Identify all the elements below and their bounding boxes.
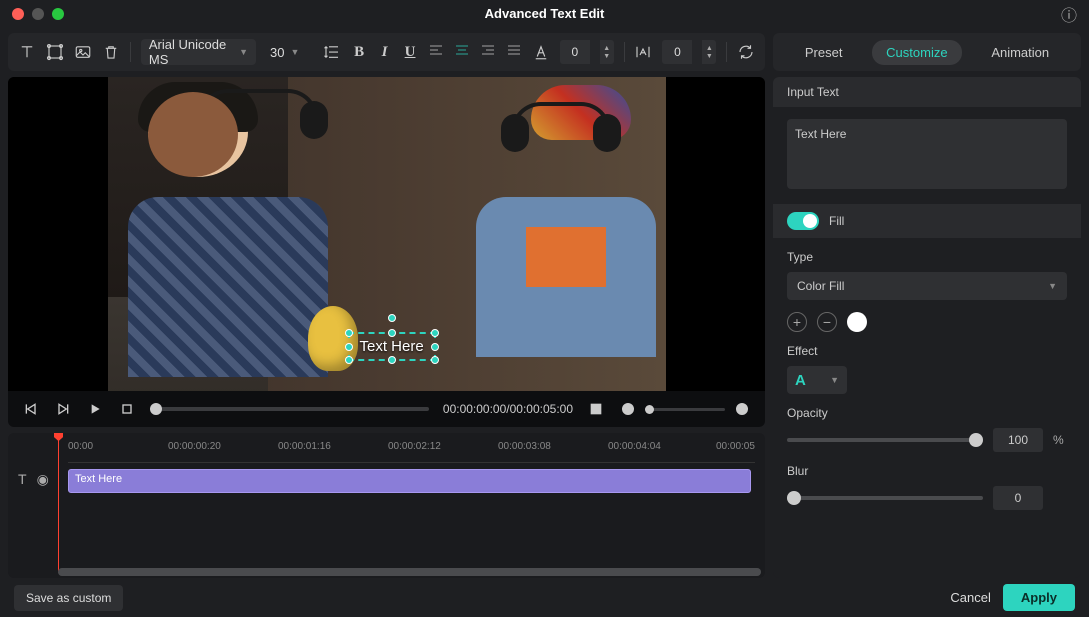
opacity-label: Opacity bbox=[787, 406, 1067, 420]
resize-handle[interactable] bbox=[388, 356, 396, 364]
zoom-slider[interactable] bbox=[645, 408, 725, 411]
transform-icon[interactable] bbox=[46, 42, 64, 62]
chevron-down-icon: ▼ bbox=[239, 47, 248, 57]
align-right-icon[interactable] bbox=[480, 42, 496, 63]
input-text-header: Input Text bbox=[773, 77, 1081, 107]
text-track-icon[interactable]: T bbox=[18, 471, 27, 488]
chevron-down-icon: ▼ bbox=[830, 375, 839, 385]
apply-button[interactable]: Apply bbox=[1003, 584, 1075, 611]
underline-button[interactable]: U bbox=[402, 44, 417, 61]
preview-canvas[interactable]: Text Here bbox=[8, 77, 765, 391]
blur-label: Blur bbox=[787, 464, 1067, 478]
type-label: Type bbox=[787, 250, 1067, 264]
tab-customize[interactable]: Customize bbox=[872, 40, 961, 65]
blur-slider[interactable] bbox=[787, 496, 983, 500]
effect-select[interactable]: A ▼ bbox=[787, 366, 847, 394]
italic-button[interactable]: I bbox=[377, 44, 392, 61]
save-as-custom-button[interactable]: Save as custom bbox=[14, 585, 123, 611]
overlay-text: Text Here bbox=[360, 338, 424, 355]
text-clip[interactable]: Text Here bbox=[68, 469, 751, 493]
resize-handle[interactable] bbox=[431, 356, 439, 364]
leading-stepper[interactable]: ▲▼ bbox=[702, 40, 716, 64]
chevron-down-icon: ▼ bbox=[1048, 281, 1057, 291]
leading-input[interactable] bbox=[662, 40, 692, 64]
fill-type-select[interactable]: Color Fill ▼ bbox=[787, 272, 1067, 300]
align-left-icon[interactable] bbox=[428, 42, 444, 63]
stop-icon[interactable] bbox=[118, 400, 136, 418]
maximize-window[interactable] bbox=[52, 8, 64, 20]
seek-bar[interactable] bbox=[150, 407, 429, 411]
visibility-icon[interactable]: ◉ bbox=[37, 471, 49, 488]
tracking-input[interactable] bbox=[560, 40, 590, 64]
prev-frame-icon[interactable] bbox=[22, 400, 40, 418]
resize-handle[interactable] bbox=[431, 329, 439, 337]
line-spacing-icon[interactable] bbox=[323, 42, 341, 62]
tab-preset[interactable]: Preset bbox=[791, 40, 857, 65]
font-select[interactable]: Arial Unicode MS▼ bbox=[141, 39, 256, 65]
resize-handle[interactable] bbox=[388, 329, 396, 337]
bold-button[interactable]: B bbox=[351, 44, 366, 61]
align-center-icon[interactable] bbox=[454, 42, 470, 63]
text-toolbar: Arial Unicode MS▼ 30▼ B I U ▲▼ ▲▼ bbox=[8, 33, 765, 71]
resize-handle[interactable] bbox=[431, 343, 439, 351]
play-icon[interactable] bbox=[86, 400, 104, 418]
fill-label: Fill bbox=[829, 214, 844, 228]
image-icon[interactable] bbox=[74, 42, 92, 62]
minimize-window[interactable] bbox=[32, 8, 44, 20]
timeline-scrollbar[interactable] bbox=[58, 568, 761, 576]
align-justify-icon[interactable] bbox=[506, 42, 522, 63]
text-input[interactable] bbox=[787, 119, 1067, 189]
rotate-handle[interactable] bbox=[388, 314, 396, 322]
timeline-ruler[interactable]: 00:00 00:00:00:20 00:00:01:16 00:00:02:1… bbox=[68, 439, 755, 463]
char-spacing-icon[interactable] bbox=[634, 42, 652, 62]
chevron-down-icon: ▼ bbox=[290, 47, 299, 57]
resize-handle[interactable] bbox=[345, 356, 353, 364]
refresh-icon[interactable] bbox=[737, 42, 755, 62]
zoom-in-icon[interactable] bbox=[733, 400, 751, 418]
text-color-icon[interactable] bbox=[532, 42, 550, 62]
color-swatch[interactable] bbox=[847, 312, 867, 332]
cancel-button[interactable]: Cancel bbox=[950, 590, 990, 605]
opacity-input[interactable] bbox=[993, 428, 1043, 452]
effect-label: Effect bbox=[787, 344, 1067, 358]
crop-icon[interactable] bbox=[587, 400, 605, 418]
text-overlay-box[interactable]: Text Here bbox=[348, 332, 436, 361]
opacity-slider[interactable] bbox=[787, 438, 983, 442]
fill-toggle[interactable] bbox=[787, 212, 819, 230]
close-window[interactable] bbox=[12, 8, 24, 20]
text-tool-icon[interactable] bbox=[18, 42, 36, 62]
blur-input[interactable] bbox=[993, 486, 1043, 510]
resize-handle[interactable] bbox=[345, 343, 353, 351]
timecode-display: 00:00:00:00/00:00:05:00 bbox=[443, 402, 573, 416]
tracking-stepper[interactable]: ▲▼ bbox=[600, 40, 614, 64]
tab-animation[interactable]: Animation bbox=[977, 40, 1063, 65]
remove-color-button[interactable]: − bbox=[817, 312, 837, 332]
help-icon[interactable]: ⓘ bbox=[1061, 2, 1077, 26]
window-title: Advanced Text Edit bbox=[0, 6, 1089, 21]
delete-icon[interactable] bbox=[102, 42, 120, 62]
next-frame-icon[interactable] bbox=[54, 400, 72, 418]
zoom-out-icon[interactable] bbox=[619, 400, 637, 418]
resize-handle[interactable] bbox=[345, 329, 353, 337]
font-size-select[interactable]: 30▼ bbox=[266, 45, 303, 60]
video-frame: Text Here bbox=[108, 77, 666, 391]
add-color-button[interactable]: + bbox=[787, 312, 807, 332]
